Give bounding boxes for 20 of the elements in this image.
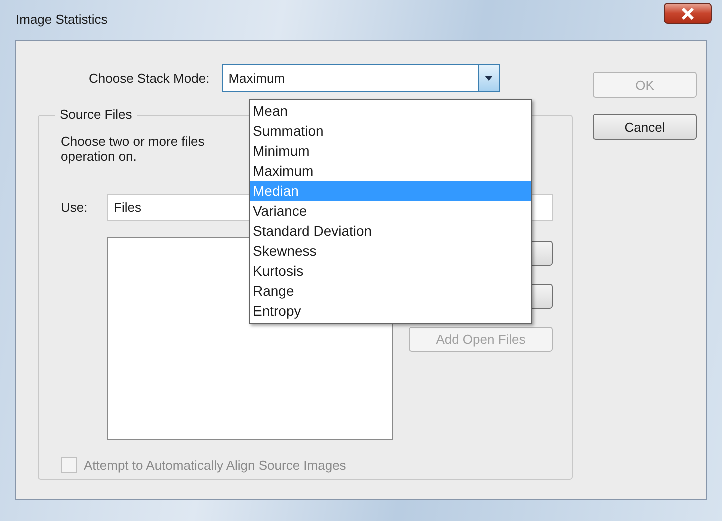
dropdown-option[interactable]: Mean	[250, 101, 531, 121]
stack-mode-dropdown[interactable]: Maximum	[222, 64, 500, 92]
dropdown-option[interactable]: Minimum	[250, 141, 531, 161]
dropdown-option[interactable]: Maximum	[250, 161, 531, 181]
description-text: operation on.	[61, 149, 137, 164]
dropdown-option[interactable]: Variance	[250, 201, 531, 221]
dropdown-option[interactable]: Kurtosis	[250, 261, 531, 281]
dialog-button[interactable]: Cancel	[593, 114, 697, 140]
window-title: Image Statistics	[16, 12, 108, 27]
dropdown-option[interactable]: Entropy	[250, 301, 531, 321]
dropdown-value: Maximum	[228, 70, 286, 86]
stack-mode-label: Choose Stack Mode:	[89, 70, 210, 86]
description-text: Choose two or more files	[61, 134, 205, 149]
dropdown-value: Files	[114, 200, 142, 215]
checkbox-label: Attempt to Automatically Align Source Images	[84, 458, 346, 472]
use-label: Use:	[61, 200, 89, 215]
dropdown-option[interactable]: Range	[250, 281, 531, 301]
dropdown-option[interactable]: Standard Deviation	[250, 221, 531, 241]
dropdown-option[interactable]: Summation	[250, 121, 531, 141]
dropdown-option[interactable]: Skewness	[250, 241, 531, 261]
